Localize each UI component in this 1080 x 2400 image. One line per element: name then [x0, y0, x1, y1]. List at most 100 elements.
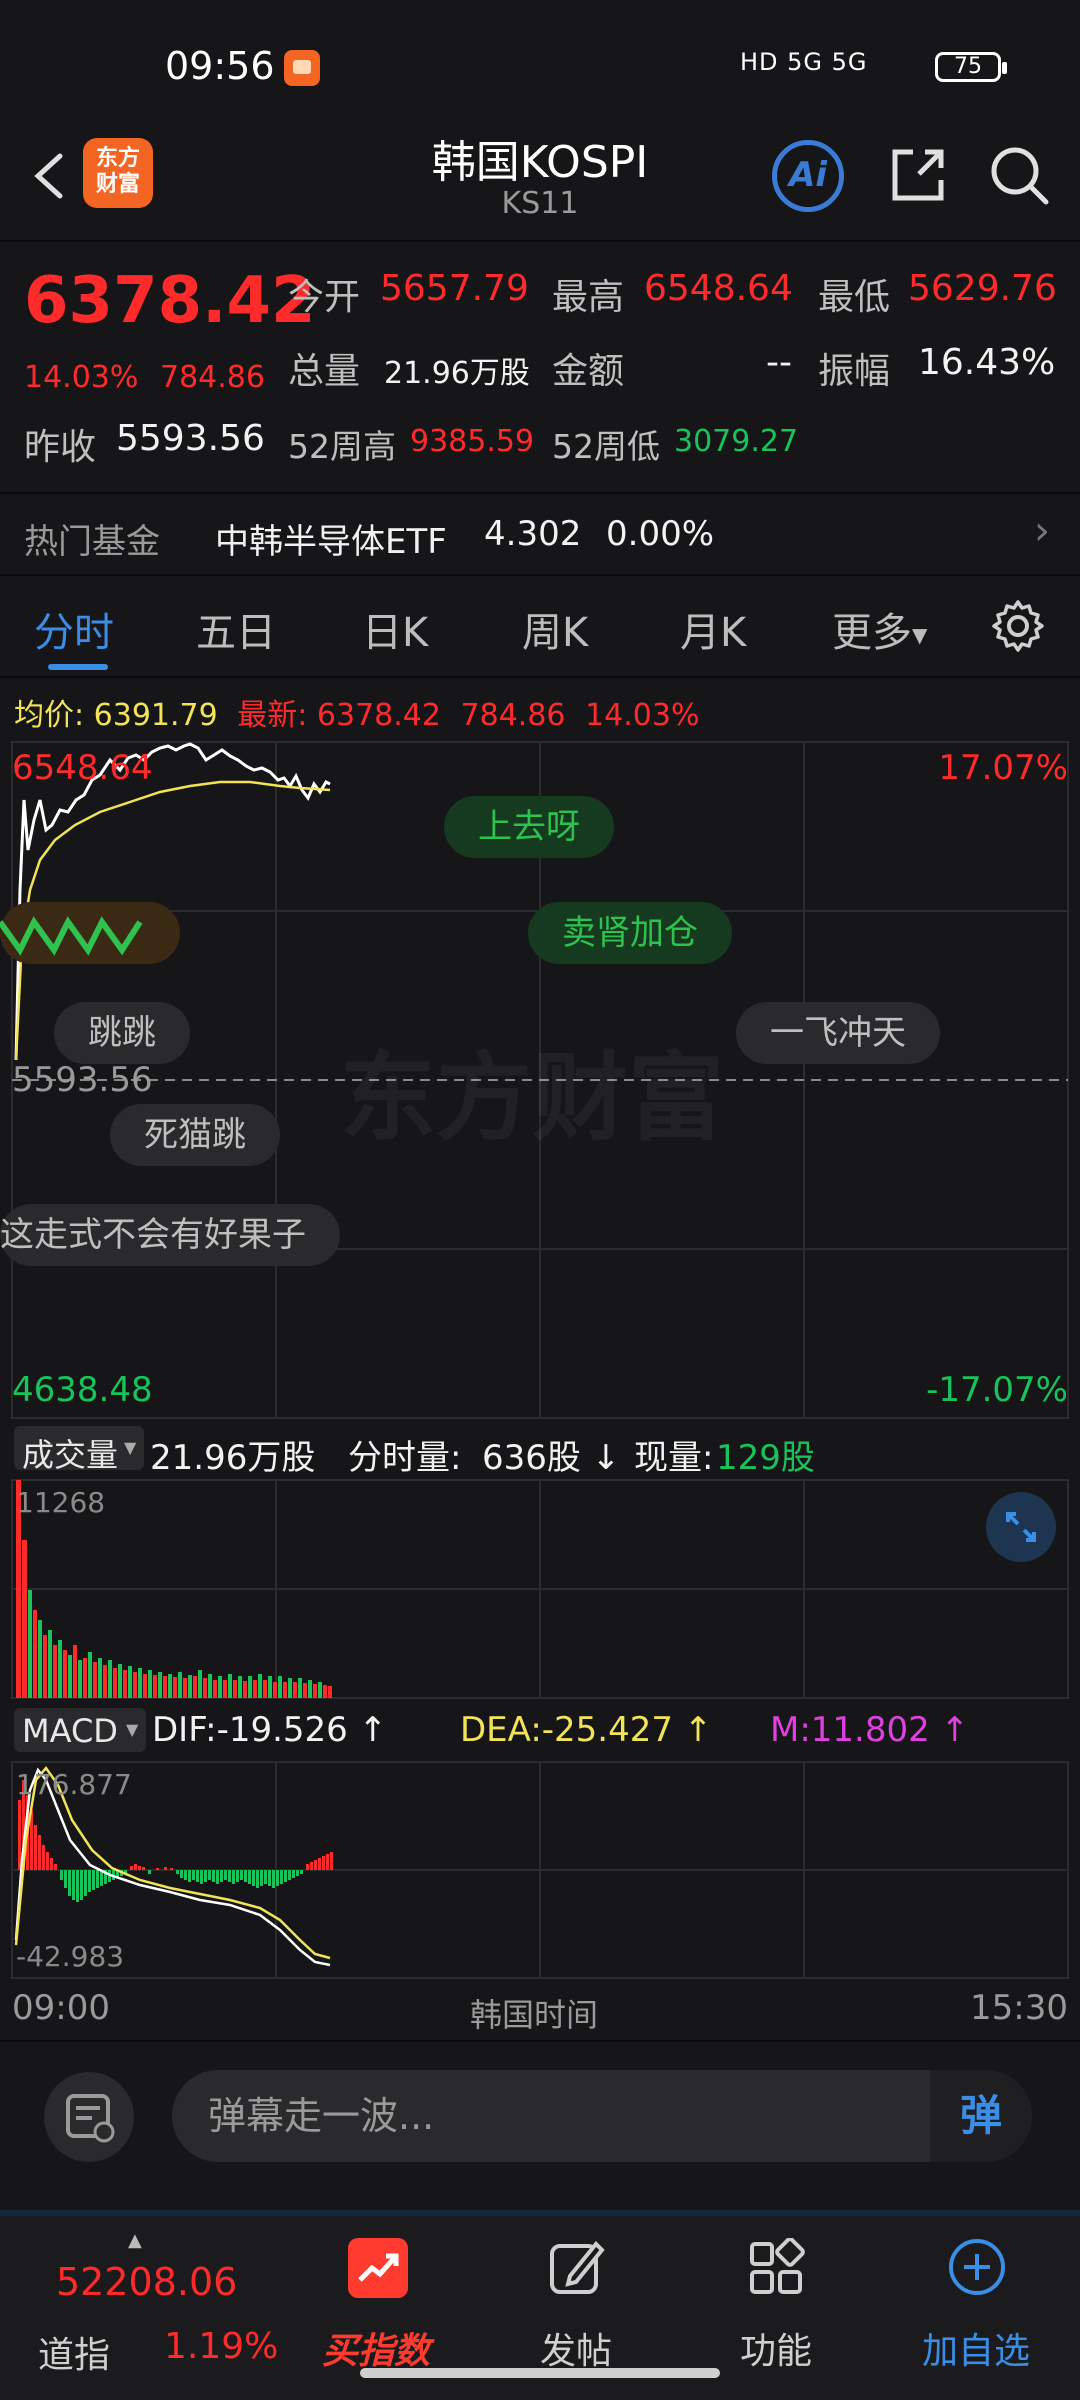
low-value: 5629.76: [908, 268, 1057, 309]
ai-assistant-icon[interactable]: Ai: [772, 140, 844, 212]
latest-pct: 14.03%: [585, 698, 700, 733]
danmaku-toggle-button[interactable]: 弹: [930, 2070, 1032, 2162]
volume-label: 总量: [288, 351, 361, 392]
prev-close-label: 昨收: [24, 427, 97, 468]
macd-dea-value: DEA:-25.427 ↑: [460, 1710, 712, 1750]
functions-label: 功能: [739, 2331, 812, 2372]
status-time: 09:56: [165, 44, 275, 88]
high-value: 6548.64: [644, 268, 793, 309]
grid-apps-icon: [750, 2238, 805, 2294]
macd-max-label: 176.877: [16, 1768, 132, 1801]
post-label: 发帖: [539, 2331, 612, 2372]
expand-icon[interactable]: [986, 1492, 1056, 1562]
volume-total: 21.96万股: [150, 1438, 316, 1478]
danmaku-emoji-icon: [0, 916, 143, 956]
w52-low-label: 52周低: [552, 427, 660, 466]
macd-dif-text: DIF:-19.526: [152, 1710, 348, 1750]
hot-fund-label: 热门基金: [24, 522, 160, 562]
danmaku-bubble[interactable]: 卖肾加仓: [528, 902, 732, 964]
latest-value: 6378.42: [316, 698, 441, 733]
gear-icon[interactable]: [990, 598, 1046, 654]
tab-more-label: 更多: [832, 610, 912, 656]
danmaku-bubble-partial[interactable]: [0, 902, 180, 964]
danmaku-input[interactable]: [172, 2070, 1032, 2162]
nav-post[interactable]: 发帖: [476, 2216, 676, 2386]
time-zone-label: 韩国时间: [470, 1996, 599, 2034]
macd-m-text: M:11.802: [770, 1710, 930, 1750]
macd-indicator-label: MACD: [22, 1712, 118, 1750]
tick-volume-value: 636股 ↓: [482, 1430, 620, 1479]
danmaku-bubble[interactable]: 一飞冲天: [736, 1002, 940, 1064]
danmaku-bubble[interactable]: 死猫跳: [110, 1104, 280, 1166]
macd-m-value: M:11.802 ↑: [770, 1710, 969, 1750]
watermark: 东方财富: [340, 1042, 724, 1154]
volume-indicator-label: 成交量: [22, 1436, 119, 1474]
time-start-label: 09:00: [12, 1988, 110, 2028]
top-price-label: 6548.64: [12, 748, 153, 788]
nav-dow-index[interactable]: ▲ 52208.06 道指 1.19%: [0, 2216, 278, 2386]
nav-add-watchlist[interactable]: 加自选: [876, 2216, 1076, 2386]
w52-high-label: 52周高: [288, 427, 396, 466]
chart-tabs: 分时 五日 日K 周K 月K 更多▼: [0, 578, 1080, 678]
caret-down-icon: ▼: [126, 1720, 139, 1739]
tab-weekly-k[interactable]: 周K: [522, 600, 588, 658]
top-pct-label: 17.07%: [938, 748, 1068, 788]
tick-volume-text: 636股: [482, 1438, 581, 1478]
battery-icon: 75: [935, 52, 1007, 82]
add-circle-icon: [949, 2239, 1005, 2295]
arrow-up-icon: ↑: [347, 1710, 388, 1750]
tab-more[interactable]: 更多▼: [832, 600, 927, 658]
macd-indicator-select[interactable]: MACD ▼: [14, 1708, 146, 1752]
tab-daily-k[interactable]: 日K: [362, 600, 428, 658]
time-end-label: 15:30: [970, 1988, 1068, 2028]
tab-intraday[interactable]: 分时: [34, 600, 114, 658]
status-bar: 09:56 HD 5G 5G 75: [0, 0, 1080, 130]
nav-functions[interactable]: 功能: [676, 2216, 876, 2386]
tick-volume-label: 分时量:: [348, 1438, 462, 1478]
hot-fund-name: 中韩半导体ETF: [215, 522, 447, 562]
dow-index-value: 52208.06: [56, 2260, 238, 2304]
danmaku-bubble[interactable]: 这走式不会有好果子: [0, 1204, 340, 1266]
high-label: 最高: [552, 277, 625, 318]
latest-change: 784.86: [460, 698, 566, 733]
macd-dif-value: DIF:-19.526 ↑: [152, 1710, 387, 1750]
hot-fund-strip[interactable]: 热门基金 中韩半导体ETF 4.302 0.00% ›: [0, 492, 1080, 576]
tab-monthly-k[interactable]: 月K: [680, 600, 746, 658]
home-indicator[interactable]: [360, 2368, 720, 2378]
dow-index-pct: 1.19%: [164, 2326, 279, 2367]
macd-min-label: -42.983: [16, 1940, 125, 1973]
hot-fund-change: 0.00%: [606, 514, 715, 554]
caret-down-icon: ▼: [912, 623, 928, 647]
latest-label: 最新:: [237, 698, 308, 733]
arrow-down-icon: ↓: [580, 1438, 621, 1478]
nav-buy-index[interactable]: 买指数: [276, 2216, 476, 2386]
notes-icon[interactable]: [44, 2072, 134, 2162]
prev-close-value: 5593.56: [116, 418, 265, 459]
current-volume-value: 129股: [716, 1438, 815, 1478]
danmaku-input-bar: 弹: [0, 2040, 1080, 2190]
search-icon[interactable]: [986, 142, 1052, 208]
volume-max-label: 11268: [16, 1486, 106, 1519]
danmaku-bubble[interactable]: 跳跳: [54, 1002, 190, 1064]
tab-five-day[interactable]: 五日: [196, 600, 276, 658]
volume-indicator-select[interactable]: 成交量 ▼: [14, 1426, 144, 1474]
active-tab-indicator: [48, 664, 108, 670]
share-icon[interactable]: [885, 142, 951, 208]
quote-panel: 6378.42 14.03% 784.86 今开 5657.79 最高 6548…: [0, 244, 1080, 492]
trend-chart-icon: [348, 2238, 408, 2298]
arrow-up-icon: ↑: [929, 1710, 970, 1750]
intraday-chart[interactable]: 东方财富 6548.64 17.07% 5593.56 4638.48 -17.…: [0, 740, 1080, 2050]
buy-index-label: 买指数: [321, 2331, 430, 2372]
network-indicator: HD 5G 5G: [740, 48, 868, 76]
change-percent: 14.03%: [24, 360, 139, 395]
mid-price-label: 5593.56: [12, 1060, 153, 1100]
stock-header: 东方财富 韩国KOSPI KS11 Ai: [0, 120, 1080, 242]
avg-price-line: 均价: 6391.79 最新: 6378.42 784.86 14.03%: [14, 690, 699, 734]
arrow-up-icon: ↑: [673, 1710, 713, 1750]
danmaku-bubble[interactable]: 上去呀: [444, 796, 614, 858]
hot-fund-price: 4.302: [484, 514, 582, 554]
add-watchlist-label: 加自选: [921, 2331, 1030, 2372]
amount-label: 金额: [552, 351, 625, 392]
macd-dea-text: DEA:-25.427: [460, 1710, 674, 1750]
low-label: 最低: [818, 277, 891, 318]
